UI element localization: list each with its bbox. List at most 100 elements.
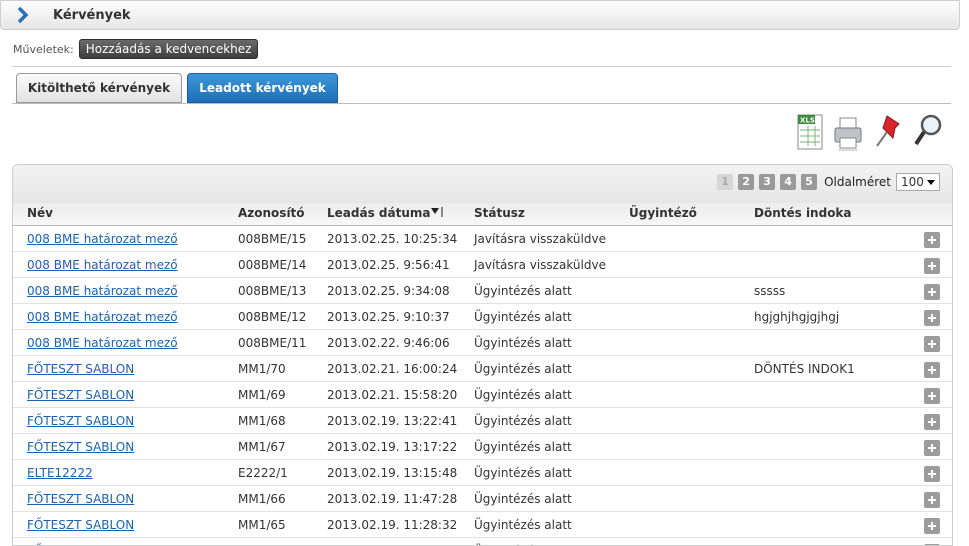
cell-reason: hgjghjhgjgjhgj <box>754 310 840 324</box>
cell-status: Javításra visszaküldve <box>474 258 606 272</box>
cell-name[interactable]: FŐTESZT SABLON <box>27 414 134 428</box>
tab-fillable-requests[interactable]: Kitölthető kérvények <box>16 73 182 103</box>
cell-name[interactable]: 008 BME határozat mező <box>27 284 178 298</box>
cell-name[interactable]: FŐTESZT SABLON <box>27 440 134 454</box>
cell-name[interactable]: FŐTESZT SABLON <box>27 492 134 506</box>
expand-plus-icon[interactable] <box>924 466 940 482</box>
page-2[interactable]: 2 <box>738 174 755 190</box>
expand-plus-icon[interactable] <box>924 492 940 508</box>
cell-name[interactable]: FŐTESZT SABLON <box>27 518 134 532</box>
tab-divider <box>12 103 951 104</box>
cell-id: MM1/70 <box>238 362 286 376</box>
table-row: 008 BME határozat mező 008BME/13 2013.02.2… <box>13 278 952 304</box>
col-date[interactable]: Leadás dátuma <box>327 206 444 220</box>
cell-status: Ügyintézés alatt <box>474 336 572 350</box>
cell-date: 2013.02.19. 11:28:32 <box>327 518 458 532</box>
sort-desc-icon <box>431 207 443 217</box>
expand-plus-icon[interactable] <box>924 336 940 352</box>
col-handler[interactable]: Ügyintéző <box>629 206 697 220</box>
table-row: 008 BME határozat mező 008BME/12 2013.02.2… <box>13 304 952 330</box>
expand-plus-icon[interactable] <box>924 518 940 534</box>
table-row: 008 BME határozat mező 008BME/11 2013.02.2… <box>13 330 952 356</box>
col-name[interactable]: Név <box>27 206 53 220</box>
table-row: FŐTESZT SABLONMM1/642013.02.19. 11:27:58… <box>13 538 952 545</box>
cell-status: Ügyintézés alatt <box>474 362 572 376</box>
table-row: FŐTESZT SABLON MM1/67 2013.02.19. 13:17:22… <box>13 434 952 460</box>
cell-name[interactable]: FŐTESZT SABLON <box>27 362 134 376</box>
table-row: FŐTESZT SABLON MM1/65 2013.02.19. 11:28:32… <box>13 512 952 538</box>
cell-reason: sssss <box>754 284 786 298</box>
page-1: 1 <box>717 174 734 190</box>
xls-icon-text: XLS <box>800 117 815 125</box>
table-row: 008 BME határozat mező 008BME/15 2013.02.2… <box>13 226 952 252</box>
cell-id: MM1/65 <box>238 518 286 532</box>
expand-plus-icon[interactable] <box>924 258 940 274</box>
cell-name[interactable]: ELTE12222 <box>27 466 93 480</box>
cell-id: 008BME/14 <box>238 258 307 272</box>
cell-status: Ügyintézés alatt <box>474 492 572 506</box>
cell-status: Ügyintézés alatt <box>474 284 572 298</box>
toolbar: XLS <box>794 112 946 156</box>
cell-date: 2013.02.22. 9:46:06 <box>327 336 450 350</box>
cell-status: Ügyintézés alatt <box>474 310 572 324</box>
col-reason[interactable]: Döntés indoka <box>754 206 852 220</box>
expand-plus-icon[interactable] <box>924 440 940 456</box>
requests-grid: 1 2 3 4 5 Oldalméret 100 Név Azonosító L… <box>12 164 953 546</box>
expand-plus-icon[interactable] <box>924 388 940 404</box>
col-id[interactable]: Azonosító <box>238 206 305 220</box>
cell-name[interactable]: 008 BME határozat mező <box>27 258 178 272</box>
tab-submitted-requests[interactable]: Leadott kérvények <box>187 73 338 103</box>
chevron-down-icon <box>927 180 935 185</box>
cell-id: MM1/68 <box>238 414 286 428</box>
cell-name[interactable]: 008 BME határozat mező <box>27 232 178 246</box>
operations-label: Műveletek: <box>13 42 74 56</box>
grid-body: 008 BME határozat mező 008BME/15 2013.02.2… <box>13 226 952 545</box>
expand-plus-icon[interactable] <box>924 414 940 430</box>
expand-plus-icon[interactable] <box>924 310 940 326</box>
cell-date: 2013.02.21. 16:00:24 <box>327 362 458 376</box>
page-size-value: 100 <box>901 175 924 189</box>
table-row: ELTE12222 E2222/1 2013.02.19. 13:15:48 Ügyi… <box>13 460 952 486</box>
add-to-favorites-button[interactable]: Hozzáadás a kedvencekhez <box>78 39 259 59</box>
cell-reason: DÖNTÉS INDOK1 <box>754 362 855 376</box>
cell-id: 008BME/15 <box>238 232 307 246</box>
table-row: 008 BME határozat mező 008BME/14 2013.02.2… <box>13 252 952 278</box>
grid-toolbar: 1 2 3 4 5 Oldalméret 100 <box>13 165 952 203</box>
cell-id: MM1/69 <box>238 388 286 402</box>
expand-plus-icon[interactable] <box>924 284 940 300</box>
page-header: Kérvények <box>0 0 960 30</box>
operations-bar: Műveletek: Hozzáadás a kedvencekhez <box>13 38 259 60</box>
cell-date: 2013.02.25. 9:56:41 <box>327 258 450 272</box>
pin-icon[interactable] <box>873 112 905 154</box>
cell-id: 008BME/11 <box>238 336 307 350</box>
cell-id: 008BME/12 <box>238 310 307 324</box>
cell-date: 2013.02.19. 13:22:41 <box>327 414 458 428</box>
search-icon[interactable] <box>912 112 944 154</box>
cell-name[interactable]: FŐTESZT SABLON <box>27 388 134 402</box>
cell-id: E2222/1 <box>238 466 288 480</box>
cell-date: 2013.02.19. 11:47:28 <box>327 492 458 506</box>
print-icon[interactable] <box>832 112 864 154</box>
xls-export-icon[interactable]: XLS <box>794 112 826 154</box>
col-status[interactable]: Státusz <box>474 206 525 220</box>
cell-status: Ügyintézés alatt <box>474 388 572 402</box>
cell-name[interactable]: 008 BME határozat mező <box>27 336 178 350</box>
chevron-right-icon <box>17 6 29 24</box>
page-3[interactable]: 3 <box>759 174 776 190</box>
table-row: FŐTESZT SABLON MM1/69 2013.02.21. 15:58:20… <box>13 382 952 408</box>
cell-status: Ügyintézés alatt <box>474 518 572 532</box>
cell-name[interactable]: 008 BME határozat mező <box>27 310 178 324</box>
page-size-select[interactable]: 100 <box>896 173 940 191</box>
cell-date: 2013.02.19. 13:17:22 <box>327 440 458 454</box>
page-size-label: Oldalméret <box>824 175 891 189</box>
expand-plus-icon[interactable] <box>924 362 940 378</box>
column-header: Név Azonosító Leadás dátuma Státusz Ügyi… <box>13 203 952 226</box>
page-4[interactable]: 4 <box>780 174 797 190</box>
expand-plus-icon[interactable] <box>924 232 940 248</box>
cell-status: Javításra visszaküldve <box>474 232 606 246</box>
page-5[interactable]: 5 <box>801 174 818 190</box>
table-row: FŐTESZT SABLON MM1/68 2013.02.19. 13:22:41… <box>13 408 952 434</box>
cell-date: 2013.02.25. 10:25:34 <box>327 232 458 246</box>
cell-status: Ügyintézés alatt <box>474 440 572 454</box>
cell-date: 2013.02.25. 9:10:37 <box>327 310 450 324</box>
